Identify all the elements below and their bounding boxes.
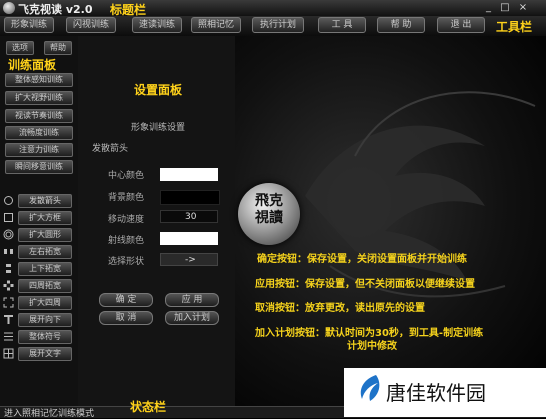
ray-color-label: 射线颜色 bbox=[108, 236, 145, 246]
help-add-plan-description-cont: 计划中修改 bbox=[347, 341, 397, 352]
app-icon bbox=[3, 2, 15, 14]
horizontal-bars-icon bbox=[4, 249, 13, 254]
select-shape-button[interactable]: -> bbox=[160, 253, 218, 266]
menu-flash-training[interactable]: 闪视训练 bbox=[66, 17, 116, 33]
move-speed-label: 移动速度 bbox=[108, 215, 145, 225]
menu-bar: 形象训练 闪视训练 速读训练 照相记忆 执行计划 工 具 帮 助 退 出 bbox=[0, 16, 546, 36]
menu-tools[interactable]: 工 具 bbox=[318, 17, 366, 33]
options-button[interactable]: 选项 bbox=[6, 41, 34, 55]
shape-up-down-button[interactable]: 上下拓宽 bbox=[18, 262, 72, 276]
watermark-text: 唐佳软件园 bbox=[386, 381, 486, 405]
four-way-icon bbox=[3, 280, 14, 291]
attention-button[interactable]: 注意力训练 bbox=[5, 143, 73, 157]
help-button[interactable]: 帮助 bbox=[44, 41, 72, 55]
square-outline-icon bbox=[4, 213, 13, 222]
shape-expand-down-button[interactable]: 展开向下 bbox=[18, 313, 72, 327]
circle-outline-icon bbox=[4, 196, 13, 205]
ray-color-swatch[interactable] bbox=[160, 232, 218, 245]
toolbar-annotation: 工具栏 bbox=[496, 20, 533, 34]
watermark-logo-icon bbox=[360, 375, 380, 401]
help-cancel-description: 取消按钮：放弃更改，读出原先的设置 bbox=[255, 303, 425, 314]
apply-button[interactable]: 应 用 bbox=[165, 293, 219, 307]
overall-perception-button[interactable]: 整体感知训练 bbox=[5, 73, 73, 87]
help-apply-description: 应用按钮：保存设置，但不关闭面板以便继续设置 bbox=[255, 279, 475, 290]
status-bar-annotation: 状态栏 bbox=[130, 400, 167, 414]
shape-left-right-button[interactable]: 左右拓宽 bbox=[18, 245, 72, 259]
instant-shift-button[interactable]: 瞬间移意训练 bbox=[5, 160, 73, 174]
window-controls[interactable]: _ □ × bbox=[486, 2, 530, 13]
center-color-swatch[interactable] bbox=[160, 168, 218, 181]
menu-speed-reading[interactable]: 速读训练 bbox=[132, 17, 182, 33]
help-ok-description: 确定按钮：保存设置，关闭设置面板并开始训练 bbox=[257, 254, 467, 265]
settings-subtitle: 发散箭头 bbox=[92, 144, 129, 154]
fluency-button[interactable]: 流畅度训练 bbox=[5, 126, 73, 140]
menu-exit[interactable]: 退 出 bbox=[437, 17, 485, 33]
shape-expand-around-button[interactable]: 扩大四周 bbox=[18, 296, 72, 310]
expand-corners-icon bbox=[3, 297, 14, 308]
window-title: 飞克视读 v2.0 bbox=[18, 3, 93, 16]
cancel-button[interactable]: 取 消 bbox=[99, 311, 153, 325]
shape-expand-circle-button[interactable]: 扩大圆形 bbox=[18, 228, 72, 242]
center-color-label: 中心颜色 bbox=[108, 171, 145, 181]
shape-whole-symbols-button[interactable]: 整体符号 bbox=[18, 330, 72, 344]
training-panel-annotation: 训练面板 bbox=[8, 58, 57, 72]
shape-expand-square-button[interactable]: 扩大方框 bbox=[18, 211, 72, 225]
status-text: 进入照相记忆训练模式 bbox=[4, 409, 95, 419]
add-to-plan-button[interactable]: 加入计划 bbox=[165, 311, 219, 325]
move-speed-input[interactable]: 30 bbox=[160, 210, 218, 223]
background-color-swatch[interactable] bbox=[160, 190, 220, 205]
expand-vision-button[interactable]: 扩大视野训练 bbox=[5, 91, 73, 105]
vertical-bars-icon bbox=[6, 264, 11, 273]
ok-button[interactable]: 确 定 bbox=[99, 293, 153, 307]
menu-photo-memory[interactable]: 照相记忆 bbox=[191, 17, 241, 33]
shape-four-side-button[interactable]: 四周拓宽 bbox=[18, 279, 72, 293]
menu-execute-plan[interactable]: 执行计划 bbox=[252, 17, 304, 33]
shape-expand-text-button[interactable]: 展开文字 bbox=[18, 347, 72, 361]
concentric-circles-icon bbox=[3, 229, 14, 240]
shape-diverge-arrow-button[interactable]: 发散箭头 bbox=[18, 194, 72, 208]
select-shape-label: 选择形状 bbox=[108, 257, 145, 267]
background-color-label: 背景颜色 bbox=[108, 193, 145, 203]
text-grid-icon bbox=[3, 348, 14, 359]
symbols-icon bbox=[4, 332, 13, 341]
menu-help[interactable]: 帮 助 bbox=[377, 17, 425, 33]
down-t-icon bbox=[4, 315, 13, 324]
settings-panel-annotation: 设置面板 bbox=[134, 83, 183, 97]
settings-section-title: 形象训练设置 bbox=[131, 123, 186, 133]
menu-shape-training[interactable]: 形象训练 bbox=[4, 17, 54, 33]
app-logo-text: 飛克 視讀 bbox=[255, 193, 283, 226]
reading-rhythm-button[interactable]: 视读节奏训练 bbox=[5, 109, 73, 123]
